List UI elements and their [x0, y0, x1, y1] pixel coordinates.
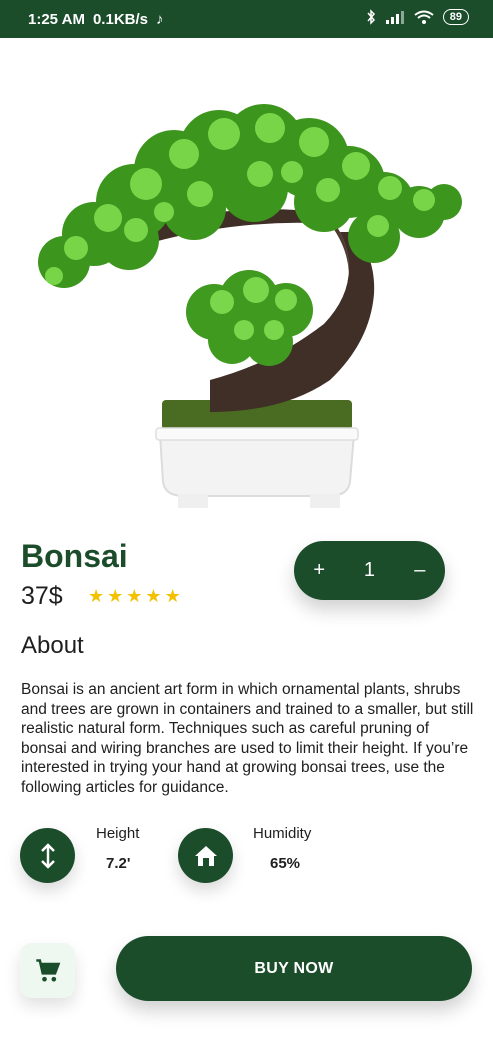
decrement-button[interactable]: –: [410, 559, 430, 582]
star-icon: ★: [88, 586, 105, 606]
star-icon: ★: [107, 586, 124, 606]
bonsai-image: [38, 104, 462, 508]
vertical-arrows-icon: [40, 842, 55, 869]
humidity-value: 65%: [270, 855, 301, 872]
home-icon: [194, 845, 217, 866]
quantity-stepper: + 1 –: [294, 541, 445, 600]
product-price: 37$: [21, 582, 63, 610]
product-title: Bonsai: [21, 538, 128, 574]
quantity-value: 1: [363, 559, 376, 581]
status-bar: 1:25 AM 0.1KB/s ♪ 89: [0, 0, 493, 38]
humidity-label: Humidity: [253, 825, 312, 842]
status-net-speed: 0.1KB/s: [92, 11, 148, 28]
star-icon: ★: [145, 586, 162, 606]
star-icon: ★: [126, 586, 143, 606]
humidity-icon-button: [178, 828, 233, 883]
tiktok-icon: ♪: [156, 11, 164, 28]
rating-stars: ★ ★ ★ ★ ★: [88, 586, 181, 607]
status-time: 1:25 AM: [28, 11, 85, 28]
increment-button[interactable]: +: [309, 559, 329, 582]
about-text: Bonsai is an ancient art form in which o…: [21, 681, 474, 796]
height-value: 7.2': [106, 855, 131, 872]
height-icon-button: [20, 828, 75, 883]
bluetooth-icon: [367, 9, 375, 25]
signal-icon: [385, 11, 404, 24]
cart-button[interactable]: [20, 943, 75, 998]
buy-now-button[interactable]: BUY NOW: [116, 936, 472, 1001]
about-heading: About: [21, 632, 84, 659]
star-icon: ★: [164, 586, 181, 606]
height-label: Height: [96, 825, 140, 842]
cart-icon: [35, 958, 60, 981]
battery-indicator: 89: [442, 9, 469, 25]
wifi-icon: [414, 10, 434, 24]
